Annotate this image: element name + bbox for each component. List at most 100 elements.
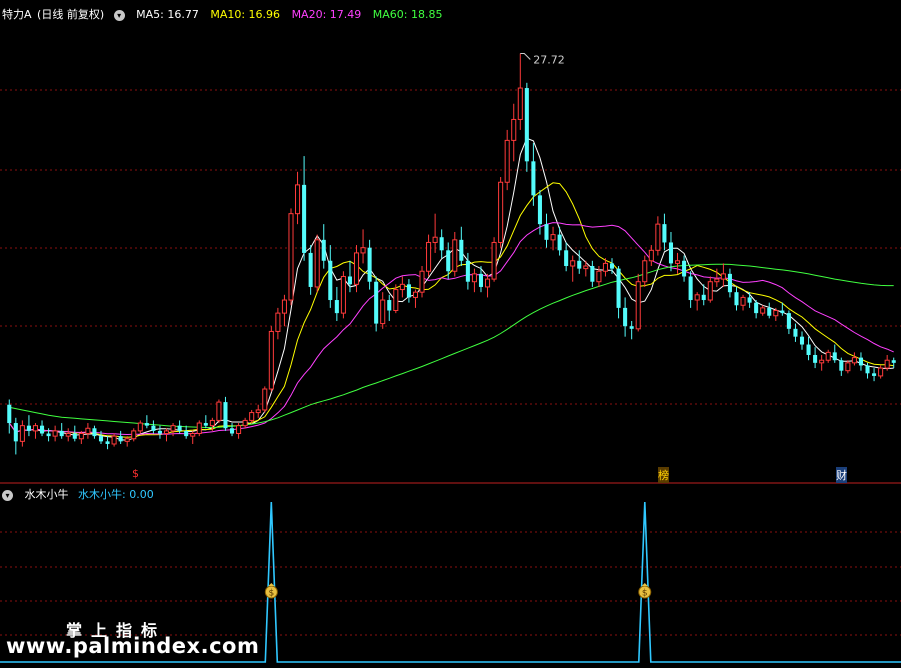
candle-body-down — [872, 373, 877, 376]
candle-body-down — [806, 344, 811, 355]
candle-body-up — [485, 278, 491, 288]
candle-body-up — [360, 247, 366, 254]
money-bag-icons: $ $ — [264, 583, 652, 599]
ma-line-ma60 — [9, 263, 894, 428]
ma60-label: MA60: 18.85 — [372, 8, 443, 21]
candle-body-up — [596, 270, 602, 283]
candle-body-down — [754, 302, 759, 314]
candle-body-up — [517, 87, 523, 120]
candle-body-up — [78, 433, 84, 440]
candle-body-up — [720, 273, 726, 280]
period-label: (日线 前复权) — [37, 8, 105, 21]
candle-body-down — [734, 292, 739, 306]
candle-body-up — [190, 433, 196, 437]
candle-body-down — [557, 234, 562, 251]
money-bag-symbol: $ — [268, 589, 274, 599]
candle-body-down — [465, 260, 470, 282]
candle-body-down — [59, 430, 64, 437]
candle-body-down — [524, 88, 529, 162]
candle-body-down — [590, 266, 595, 282]
candle-body-down — [767, 307, 772, 316]
candle-body-up — [85, 427, 91, 435]
candle-body-up — [825, 351, 831, 361]
candle-body-up — [740, 296, 746, 306]
money-bag-icon: $ — [264, 583, 278, 599]
candle-body-down — [118, 436, 123, 442]
candle-body-down — [98, 436, 104, 442]
cai-marker[interactable]: 财 — [836, 467, 847, 483]
money-bag-icon: $ — [638, 583, 652, 599]
candle-body-up — [471, 273, 477, 283]
candle-body-up — [648, 249, 654, 262]
chart-stage: 27.72 $ $ — [0, 52, 901, 663]
peak-annotation: 27.72 — [520, 52, 565, 66]
candle-body-down — [184, 430, 189, 437]
candle-body-down — [701, 294, 706, 301]
ma-line-ma5 — [8, 137, 894, 441]
candle-body-down — [786, 313, 791, 329]
candle-body-down — [813, 354, 818, 363]
candle-body-down — [72, 433, 77, 439]
candle-body-up — [851, 357, 857, 364]
candle-body-up — [452, 239, 458, 272]
candle-body-down — [439, 237, 444, 251]
candle-body-up — [295, 184, 301, 215]
ma5-label: MA5: 16.77 — [136, 8, 199, 21]
candle-body-down — [858, 357, 863, 366]
moving-average-lines — [8, 137, 894, 441]
candle-body-up — [111, 435, 117, 445]
settings-circle-icon[interactable]: ▾ — [113, 9, 125, 21]
candle-body-up — [380, 299, 386, 325]
ma-line-ma20 — [8, 222, 894, 436]
candle-body-up — [878, 367, 884, 377]
candle-body-down — [367, 247, 372, 282]
candle-body-up — [674, 260, 681, 264]
candle-body-up — [432, 236, 438, 243]
candle-body-up — [216, 401, 222, 421]
candle-body-down — [177, 425, 182, 431]
candle-body-up — [707, 281, 713, 301]
candle-body-down — [203, 423, 208, 426]
ma20-label: MA20: 17.49 — [291, 8, 362, 21]
candle-body-down — [406, 284, 411, 298]
candle-body-up — [655, 223, 661, 251]
candle-body-up — [163, 430, 170, 435]
indicator-settings-circle-icon[interactable]: ▾ — [2, 489, 13, 501]
candle-body-down — [891, 360, 896, 363]
indicator-name: 水木小牛 — [24, 488, 69, 501]
candle-body-up — [137, 422, 143, 432]
candle-body-up — [65, 433, 71, 437]
candles — [7, 53, 896, 455]
candle-body-down — [347, 276, 352, 285]
candle-body-down — [105, 441, 110, 444]
candle-body-up — [602, 262, 608, 272]
candle-body-down — [40, 425, 45, 434]
peak-annotation-line — [520, 52, 531, 60]
candle-body-up — [196, 422, 202, 435]
candle-body-down — [727, 273, 732, 293]
candle-body-up — [209, 419, 215, 427]
candle-body-down — [629, 326, 634, 329]
candle-body-up — [412, 291, 418, 298]
candle-body-up — [760, 307, 766, 314]
candle-body-down — [7, 404, 12, 424]
candle-body-up — [340, 275, 346, 314]
candle-body-down — [531, 161, 536, 196]
candle-body-down — [747, 297, 752, 303]
candle-body-up — [124, 438, 130, 442]
candle-body-down — [609, 263, 615, 269]
bang-marker[interactable]: 榜 — [658, 467, 669, 483]
candle-body-down — [46, 433, 51, 437]
candle-body-down — [223, 402, 228, 429]
candle-body-up — [819, 359, 825, 364]
candle-body-up — [393, 289, 399, 312]
candle-body-down — [577, 260, 582, 269]
dollar-marker[interactable]: $ — [132, 467, 139, 480]
candle-body-down — [26, 425, 31, 431]
money-bag-tie — [641, 583, 648, 586]
candle-body-up — [694, 294, 700, 301]
candle-body-down — [328, 260, 333, 301]
candle-body-up — [288, 213, 294, 301]
price-panel-header: 特力A (日线 前复权) ▾ MA5: 16.77 MA10: 16.96 MA… — [2, 6, 451, 22]
candle-body-down — [839, 360, 844, 371]
